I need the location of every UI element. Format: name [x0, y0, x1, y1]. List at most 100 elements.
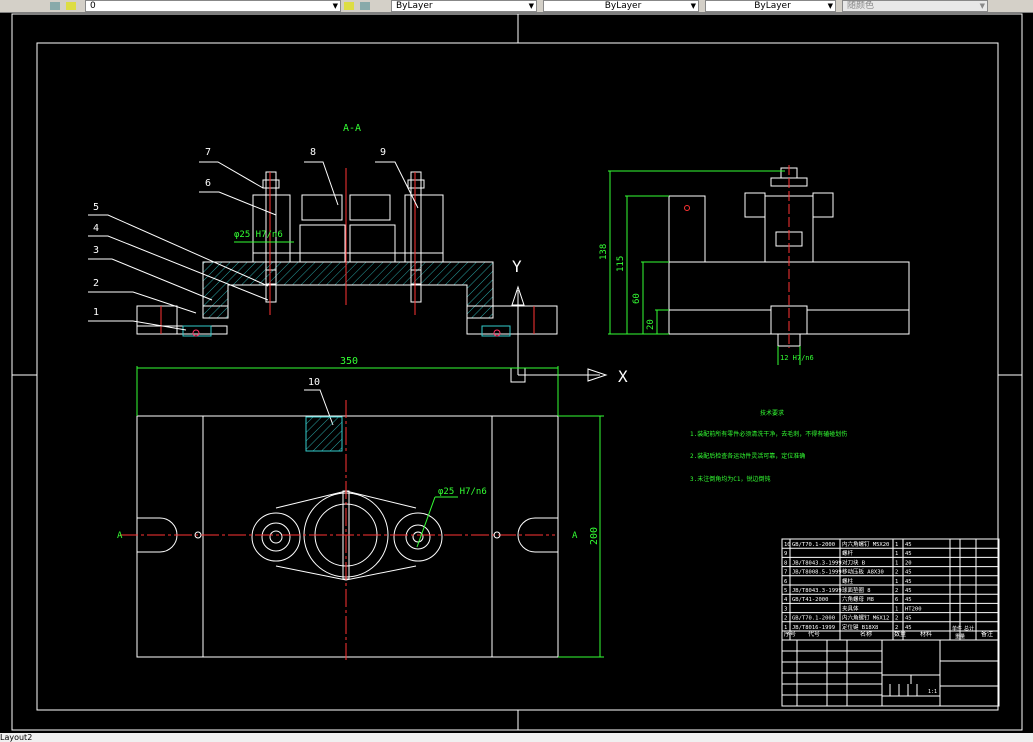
bom-cell-name: 定位键 B18X8 [842, 623, 878, 631]
bom-cell-mat: 45 [905, 570, 912, 576]
bom-cell-qty: 2 [895, 570, 898, 576]
bom-cell-mat: 45 [905, 579, 912, 585]
drawing-canvas[interactable]: A-A φ25 H7/n6 1 2 3 4 5 6 7 8 9 10 Y X φ… [0, 13, 1033, 733]
dim-depth: 200 [589, 527, 600, 545]
layer-select[interactable]: 0 ▼ [85, 0, 341, 12]
make-current-layer-icon[interactable] [344, 2, 354, 10]
bom-cell-qty: 1 [895, 579, 898, 585]
layer-manager-icon[interactable] [50, 2, 60, 10]
dim-width: 350 [340, 356, 358, 367]
command-line[interactable]: Layout2 [0, 733, 1033, 742]
bom-cell-code: JB/T8008.5-1999 [792, 570, 842, 576]
bom-cell-code: GB/T41-2000 [792, 597, 828, 603]
bom-row: 6 螺柱 1 45 [784, 577, 912, 585]
bom-cell-mat: 45 [905, 616, 912, 622]
bom-cell-qty: 1 [895, 560, 898, 566]
leader-8: 8 [304, 147, 339, 206]
bom-header-total: 总计 [964, 625, 974, 632]
svg-text:8: 8 [310, 147, 316, 158]
dim-138: 138 [599, 244, 609, 260]
bom-cell-qty: 1 [895, 542, 898, 548]
technical-notes: 技术要求 1.装配前所有零件必须清洗干净，去毛刺，不得有磕碰划伤 2.装配后检查… [690, 409, 847, 483]
svg-text:4: 4 [93, 223, 99, 234]
svg-text:7: 7 [205, 147, 211, 158]
bom-cell-code: JB/T8043.3-1999 [792, 560, 842, 566]
bom-cell-qty: 6 [895, 597, 898, 603]
section-mark-left: A [117, 531, 123, 541]
bom-cell-mat: 20 [905, 560, 912, 566]
svg-text:6: 6 [205, 178, 211, 189]
bom-cell-code: JB/T8043.3-1999 [792, 588, 842, 594]
leader-2: 2 [88, 278, 197, 314]
bom-header-name: 名称 [860, 630, 872, 638]
svg-text:3: 3 [93, 245, 99, 256]
notes-title: 技术要求 [760, 409, 784, 417]
bom-header-weight: 重量 [955, 633, 965, 640]
bom-cell-no: 4 [784, 597, 788, 603]
bom-cell-name: 对刀块 B [842, 558, 866, 566]
bom-cell-code: GB/T70.1-2000 [792, 616, 835, 622]
center-marks [12, 14, 1022, 730]
x-axis-label: X [618, 367, 628, 386]
svg-text:2: 2 [93, 278, 99, 289]
svg-text:9: 9 [380, 147, 386, 158]
dim-115: 115 [616, 256, 626, 272]
bom-cell-name: 六角螺母 M8 [842, 595, 874, 603]
bom-cell-mat: HT200 [905, 606, 922, 612]
bom-header-code: 代号 [808, 630, 820, 638]
section-title: A-A [343, 123, 361, 134]
section-mark-right: A [572, 531, 578, 541]
plotstyle-select[interactable]: 随颜色 ▼ [842, 0, 988, 12]
bom-cell-name: 移动压板 A8X30 [842, 568, 884, 576]
bom-cell-no: 6 [784, 579, 787, 585]
bom-row: 8 JB/T8043.3-1999 对刀块 B 1 20 [784, 558, 912, 566]
bom-header-no: 序号 [784, 630, 796, 638]
fit-label-plan: φ25 H7/n6 [438, 487, 487, 497]
bom-cell-code: JB/T8016-1999 [792, 625, 835, 631]
bom-row: 3 夹具体 1 HT200 [784, 604, 922, 612]
svg-text:10: 10 [308, 377, 320, 388]
bom-cell-name: 螺杆 [842, 549, 854, 557]
bom-cell-no: 7 [784, 570, 787, 576]
fixture-body [202, 261, 494, 307]
bom-row: 2 GB/T70.1-2000 内六角螺钉 M6X12 2 45 [784, 614, 912, 622]
bom-table: 10 GB/T70.1-2000 内六角螺钉 M5X20 1 459 螺杆 1 458 JB/T… [781, 538, 1000, 707]
bom-cell-code: GB/T70.1-2000 [792, 542, 835, 548]
bom-row: 5 JB/T8043.3-1999 球面垫圈 8 2 45 [784, 586, 912, 594]
svg-text:5: 5 [93, 202, 99, 213]
color-select[interactable]: ByLayer ▼ [391, 0, 537, 12]
fit-label-section: φ25 H7/n6 [234, 230, 283, 240]
leader-6: 6 [199, 178, 277, 216]
title-block-grid: 1:1 [782, 640, 999, 706]
bom-row: 10 GB/T70.1-2000 内六角螺钉 M5X20 1 45 [784, 540, 912, 548]
bom-row: 7 JB/T8008.5-1999 移动压板 A8X30 2 45 [784, 568, 912, 576]
dim-20: 20 [646, 319, 656, 330]
layer-previous-icon[interactable] [360, 2, 370, 10]
bom-header-mat: 材料 [920, 630, 932, 638]
section-view: A-A φ25 H7/n6 [136, 123, 558, 337]
bom-cell-no: 5 [784, 588, 787, 594]
toolbar: 0 ▼ ByLayer ▼ ByLayer ▼ ByLayer ▼ 随颜色 ▼ [0, 0, 1033, 13]
linetype-select[interactable]: ByLayer ▼ [543, 0, 699, 12]
note-1: 1.装配前所有零件必须清洗干净，去毛刺，不得有磕碰划伤 [690, 430, 847, 438]
scale-value: 1:1 [928, 689, 937, 695]
note-3: 3.未注倒角均为C1，锐边倒钝 [690, 475, 770, 483]
lineweight-select[interactable]: ByLayer ▼ [705, 0, 836, 12]
svg-text:1: 1 [93, 307, 99, 318]
side-dimensions: 138 115 60 20 12 H7/n6 [599, 170, 814, 365]
bom-cell-name: 夹具体 [842, 604, 859, 612]
bom-cell-no: 3 [784, 606, 787, 612]
bom-cell-qty: 2 [895, 625, 898, 631]
sheet-outer-frame [11, 13, 1023, 731]
bom-cell-no: 10 [784, 542, 791, 548]
bom-row: 4 GB/T41-2000 六角螺母 M8 6 45 [784, 595, 912, 603]
dim-60: 60 [632, 293, 642, 304]
dim-bottom: 12 H7/n6 [780, 354, 814, 362]
bom-header-remark: 备注 [981, 630, 993, 638]
bom-cell-qty: 1 [895, 551, 898, 557]
side-view [668, 165, 910, 348]
leader-9: 9 [375, 147, 419, 209]
bom-row: 9 螺杆 1 45 [784, 549, 912, 557]
bom-cell-name: 球面垫圈 8 [842, 586, 871, 594]
layer-state-icon[interactable] [66, 2, 76, 10]
